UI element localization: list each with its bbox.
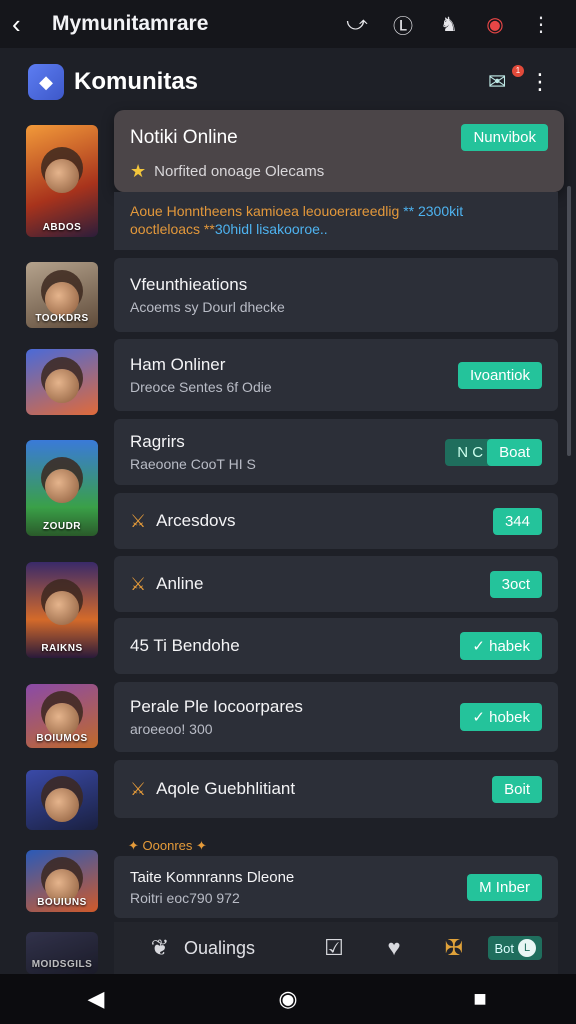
list-item[interactable]: Taite Komnranns Dleone Roitri eoc790 972…: [114, 856, 558, 918]
game-thumbnail-7[interactable]: [26, 770, 98, 830]
featured-community-card[interactable]: Notiki Online Nunvibok ★ Norfited onoage…: [114, 110, 564, 192]
thumb-label: ABDOS: [42, 222, 82, 233]
thumb-label: RAIKNS: [41, 643, 83, 654]
item-check-button[interactable]: ✓ habek: [460, 632, 542, 660]
scrollbar[interactable]: [567, 186, 571, 456]
item-subtitle: Roitri eoc790 972: [130, 889, 240, 906]
thumb-label: BOUIUNS: [37, 897, 87, 908]
notification-icon[interactable]: ◉: [472, 12, 518, 37]
game-thumbnail-8[interactable]: BOUIUNS: [26, 850, 98, 912]
bottom-nav-pill[interactable]: Bot L: [488, 936, 542, 960]
list-item[interactable]: ⚔ Arcesdovs 344: [114, 493, 558, 549]
section-label: ✦ Ooonres ✦: [128, 838, 207, 853]
featured-name: Notiki Online: [130, 126, 238, 148]
item-action-button[interactable]: Boit: [492, 775, 542, 803]
item-subtitle: Acoems sy Dourl dhecke: [130, 299, 285, 315]
item-title: Ragrirs: [130, 432, 185, 451]
item-action-button[interactable]: M Inber: [467, 873, 542, 901]
checkbox-icon[interactable]: ☑: [304, 935, 364, 961]
system-nav-bar: ◀ ◉ ■: [0, 974, 576, 1024]
crossed-swords-icon: ⚔: [130, 778, 147, 799]
desc-highlight: 30hidl lisakooroe..: [214, 221, 328, 237]
app-top-bar: ‹ Mymunitamrare ⤻ Ⓛ ♞ ◉ ⋮: [0, 0, 576, 48]
page-title: Komunitas: [74, 68, 199, 95]
game-thumbnail-4[interactable]: ZOUDR: [26, 440, 98, 536]
bottom-nav: ❦ Oualings ☑ ♥ ✠ Bot L: [114, 922, 558, 974]
mask-icon[interactable]: ♞: [426, 12, 472, 37]
share-icon[interactable]: ⤻: [334, 13, 380, 36]
item-count-button[interactable]: 344: [492, 507, 542, 535]
item-subtitle: aroeeoo! 300: [130, 721, 213, 737]
inbox-badge: 1: [512, 65, 524, 77]
recents-square-icon[interactable]: ■: [450, 986, 510, 1012]
game-thumbnail-2[interactable]: TOOKDRS: [26, 262, 98, 328]
item-title: Aqole Guebhlitiant: [156, 779, 296, 798]
coin-icon[interactable]: Ⓛ: [380, 10, 426, 39]
desc-text: Aoue Honntheens kamioea leouoerareedlig: [130, 203, 400, 219]
game-thumbnail-6[interactable]: BOIUMOS: [26, 684, 98, 748]
list-item[interactable]: Ham Onliner Dreoce Sentes 6f Odie Ivoant…: [114, 339, 558, 411]
item-title: Taite Komnranns Dleone: [130, 868, 295, 886]
back-arrow-icon[interactable]: ‹: [12, 9, 52, 40]
list-item[interactable]: Vfeunthieations Acoems sy Dourl dhecke: [114, 258, 558, 332]
community-header: ◆ Komunitas ✉ 1 ⋮: [0, 54, 576, 110]
inbox-icon[interactable]: ✉ 1: [488, 65, 528, 95]
item-subtitle: Dreoce Sentes 6f Odie: [130, 379, 272, 395]
item-title: Arcesdovs: [156, 511, 236, 530]
bottom-nav-label[interactable]: Oualings: [184, 938, 304, 959]
list-item[interactable]: Perale Ple Iocoorpares aroeeoo! 300 ✓ ho…: [114, 682, 558, 752]
pill-label: Bot: [494, 940, 514, 956]
crossed-swords-icon: ⚔: [130, 510, 147, 531]
desc-text: ooctleloacs **: [130, 221, 215, 237]
item-action-button[interactable]: Boat: [487, 438, 542, 466]
header-more-icon[interactable]: ⋮: [528, 69, 552, 95]
app-title: Mymunitamrare: [52, 12, 209, 35]
thumb-label: ZOUDR: [42, 521, 82, 532]
featured-subtitle: Norfited onoage Olecams: [154, 163, 325, 180]
community-logo-icon: ◆: [28, 64, 64, 100]
more-icon[interactable]: ⋮: [518, 12, 564, 37]
item-title: Ham Onliner: [130, 355, 226, 374]
crossed-swords-icon: ⚔: [130, 573, 147, 594]
item-title: Perale Ple Iocoorpares: [130, 697, 303, 716]
list-item[interactable]: ⚔ Aqole Guebhlitiant Boit: [114, 760, 558, 818]
item-action-button[interactable]: 3oct: [489, 570, 542, 598]
trophy-icon[interactable]: ✠: [424, 935, 484, 961]
heart-icon[interactable]: ♥: [364, 935, 424, 961]
item-title: 45 Ti Bendohe: [130, 636, 240, 655]
back-triangle-icon[interactable]: ◀: [66, 986, 126, 1012]
item-subtitle: Raeoone CooT HI S: [130, 456, 256, 472]
leaf-icon[interactable]: ❦: [130, 935, 190, 961]
clock-icon: L: [518, 939, 536, 957]
game-thumbnail-1[interactable]: ABDOS: [26, 125, 98, 237]
game-thumbnail-3[interactable]: [26, 349, 98, 415]
star-icon: ★: [130, 161, 147, 181]
item-title: Anline: [156, 574, 204, 593]
game-thumbnail-9[interactable]: MOIDSGILS: [26, 932, 98, 974]
thumb-label: BOIUMOS: [36, 733, 88, 744]
featured-description: Aoue Honntheens kamioea leouoerareedlig …: [114, 192, 558, 250]
desc-highlight: ** 2300kit: [403, 203, 464, 219]
thumb-label: MOIDSGILS: [31, 959, 93, 970]
featured-join-button[interactable]: Nunvibok: [461, 124, 548, 151]
home-circle-icon[interactable]: ◉: [258, 986, 318, 1012]
item-title: Vfeunthieations: [130, 275, 248, 294]
item-check-button[interactable]: ✓ hobek: [460, 703, 542, 731]
game-thumbnail-5[interactable]: RAIKNS: [26, 562, 98, 658]
thumb-label: TOOKDRS: [35, 313, 89, 324]
list-item[interactable]: Ragrirs Raeoone CooT HI S N C Boat: [114, 419, 558, 485]
item-action-button[interactable]: Ivoantiok: [457, 361, 542, 389]
list-item[interactable]: ⚔ Anline 3oct: [114, 556, 558, 612]
list-item[interactable]: 45 Ti Bendohe ✓ habek: [114, 618, 558, 674]
section-label-text: Ooonres: [142, 838, 193, 853]
